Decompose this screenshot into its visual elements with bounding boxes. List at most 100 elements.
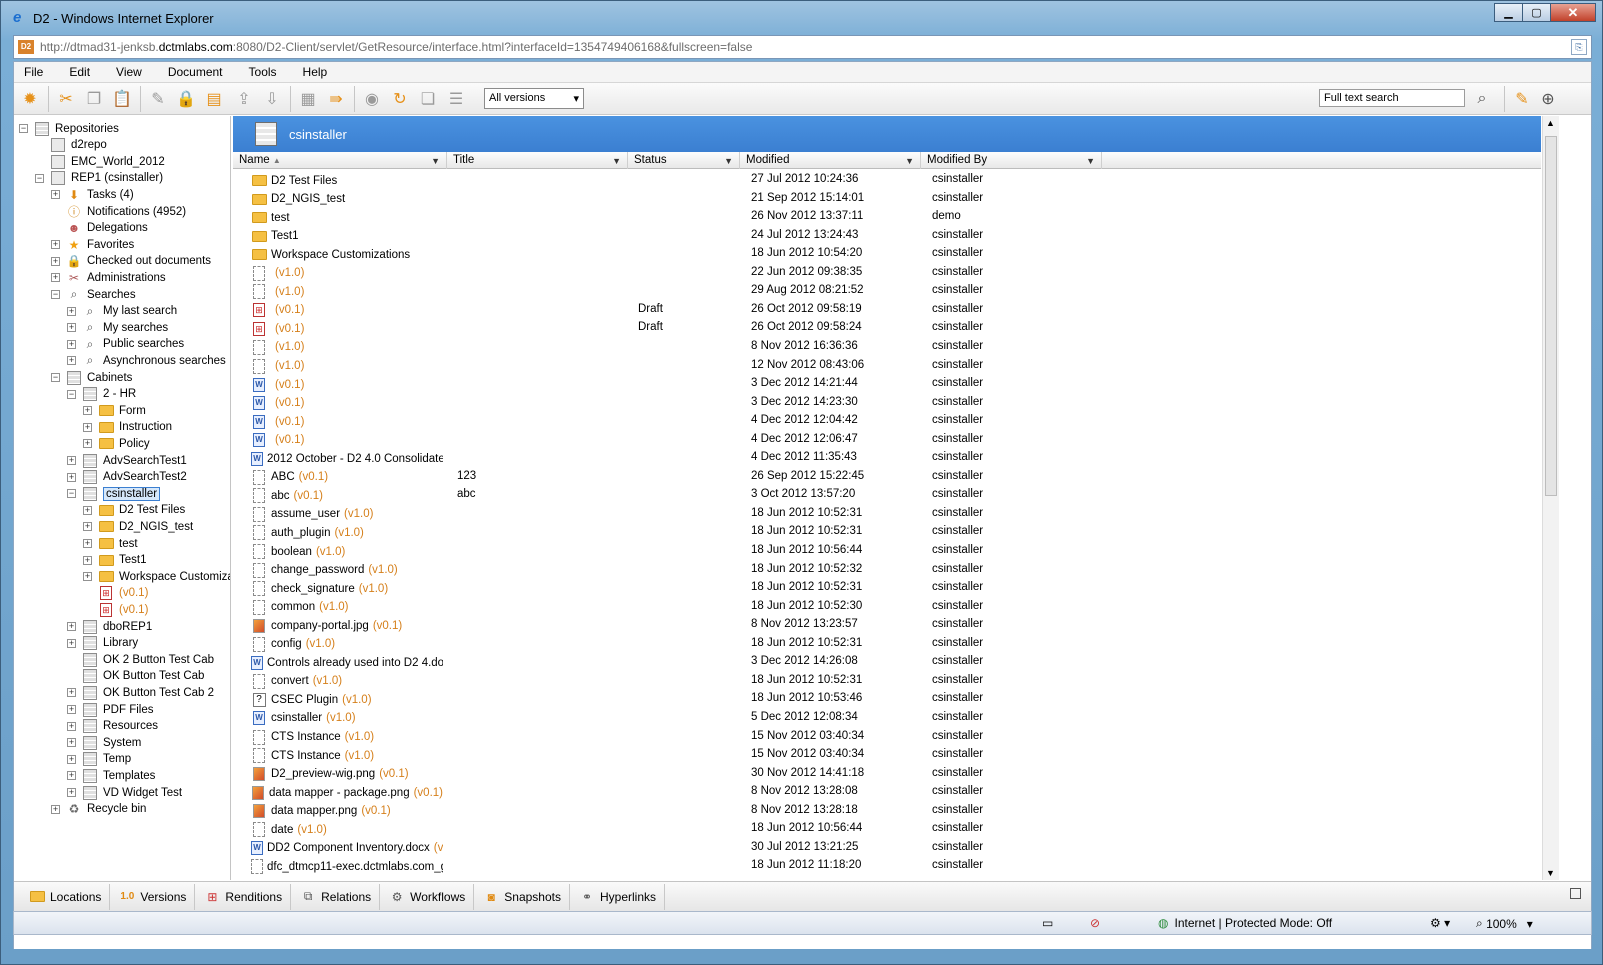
- list-view-icon[interactable]: ☰: [444, 87, 468, 111]
- column-header-status[interactable]: Status ▼: [628, 152, 740, 169]
- protected-mode-icon[interactable]: ⚙ ▾: [1430, 916, 1450, 930]
- table-row[interactable]: W (v0.1) 4 Dec 2012 12:04:42 csinstaller: [233, 412, 1541, 431]
- table-row[interactable]: Test1 24 Jul 2012 13:24:43 csinstaller: [233, 227, 1541, 246]
- chevron-down-icon[interactable]: ▼: [431, 156, 440, 167]
- menu-tools[interactable]: Tools: [249, 65, 277, 79]
- tab-locations[interactable]: Locations: [20, 883, 111, 910]
- expand-icon[interactable]: +: [83, 522, 92, 532]
- zoom-control[interactable]: ⌕ 100% ▾: [1476, 916, 1533, 931]
- table-row[interactable]: auth_plugin (v1.0) 18 Jun 2012 10:52:31 csi…: [233, 523, 1541, 542]
- expand-icon[interactable]: +: [67, 356, 76, 366]
- maximize-button[interactable]: ▢: [1522, 3, 1551, 22]
- tree-node[interactable]: + Temp: [67, 751, 131, 768]
- tab-snapshots[interactable]: ◙ Snapshots: [474, 883, 570, 910]
- tab-relations[interactable]: ⧉ Relations: [291, 883, 381, 910]
- search-icon[interactable]: ⌕: [1470, 87, 1494, 111]
- tree-node[interactable]: − REP1 (csinstaller): [35, 170, 163, 187]
- table-row[interactable]: W 2012 October - D2 4.0 Consolidated 4 Dec…: [233, 449, 1541, 468]
- table-row[interactable]: D2_preview-wig.png (v0.1) 30 Nov 2012 14:4…: [233, 765, 1541, 784]
- pencil-icon[interactable]: ✎: [1510, 87, 1534, 111]
- tab-renditions[interactable]: ⊞ Renditions: [195, 883, 292, 910]
- tree-node[interactable]: + 🔒 Checked out documents: [51, 253, 211, 270]
- collapse-icon[interactable]: −: [19, 124, 28, 133]
- tree-node[interactable]: − csinstaller: [67, 485, 161, 502]
- chevron-down-icon[interactable]: ▼: [1086, 156, 1095, 167]
- expand-icon[interactable]: +: [67, 339, 76, 349]
- tree-node[interactable]: − Repositories: [19, 120, 119, 137]
- table-row[interactable]: W DD2 Component Inventory.docx(v0 30 Jul 2…: [233, 839, 1541, 858]
- expand-icon[interactable]: +: [67, 306, 76, 316]
- properties-icon[interactable]: ▤: [202, 87, 226, 111]
- expand-icon[interactable]: +: [67, 472, 76, 482]
- table-row[interactable]: date (v1.0) 18 Jun 2012 10:56:44 csinstalle…: [233, 820, 1541, 839]
- import-icon[interactable]: ⇪: [232, 87, 256, 111]
- expand-icon[interactable]: +: [83, 422, 92, 432]
- advanced-search-icon[interactable]: ⊕: [1536, 87, 1560, 111]
- windows-icon[interactable]: ❏: [416, 87, 440, 111]
- expand-icon[interactable]: +: [67, 771, 76, 781]
- lock-icon[interactable]: 🔒: [174, 87, 198, 111]
- menu-help[interactable]: Help: [303, 65, 328, 79]
- table-row[interactable]: config (v1.0) 18 Jun 2012 10:52:31 csinstal…: [233, 635, 1541, 654]
- table-row[interactable]: ABC (v0.1) 123 26 Sep 2012 15:22:45 csinstal…: [233, 468, 1541, 487]
- tree-node[interactable]: EMC_World_2012: [50, 153, 165, 170]
- table-row[interactable]: convert (v1.0) 18 Jun 2012 10:52:31 csinsta…: [233, 672, 1541, 691]
- versions-select[interactable]: All versions ▾: [484, 88, 584, 109]
- tree-node[interactable]: + VD Widget Test: [67, 784, 182, 801]
- chevron-down-icon[interactable]: ▼: [612, 156, 621, 167]
- tree-node[interactable]: OK Button Test Cab: [82, 668, 204, 685]
- address-bar[interactable]: D2 http://dtmad31-jenksb.dctmlabs.com:80…: [13, 35, 1592, 59]
- table-row[interactable]: Workspace Customizations 18 Jun 2012 10:5…: [233, 245, 1541, 264]
- tree-node[interactable]: − ⌕ Searches: [51, 286, 136, 303]
- paste-icon[interactable]: 📋: [110, 87, 134, 111]
- tree-node[interactable]: + Workspace Customizations: [83, 568, 230, 585]
- table-row[interactable]: Wcsinstaller (v1.0) 5 Dec 2012 12:08:34 csi…: [233, 709, 1541, 728]
- collapse-icon[interactable]: −: [35, 173, 44, 183]
- tree-node[interactable]: − Cabinets: [51, 369, 132, 386]
- table-row[interactable]: CTS Instance (v1.0) 15 Nov 2012 03:40:34 cs…: [233, 746, 1541, 765]
- close-button[interactable]: ✕: [1550, 3, 1596, 22]
- preview-icon[interactable]: ◉: [360, 87, 384, 111]
- expand-icon[interactable]: +: [67, 456, 76, 465]
- new-document-icon[interactable]: ✹: [18, 87, 42, 111]
- tab-hyperlinks[interactable]: ⚭ Hyperlinks: [570, 883, 665, 910]
- column-header-modified[interactable]: Modified ▼: [740, 152, 921, 169]
- expand-icon[interactable]: +: [67, 754, 76, 764]
- table-row[interactable]: D2 Test Files 27 Jul 2012 10:24:36 csinsta…: [233, 171, 1541, 190]
- expand-icon[interactable]: +: [51, 256, 60, 266]
- tree-node[interactable]: − 2 - HR: [67, 386, 136, 403]
- expand-icon[interactable]: +: [51, 190, 60, 200]
- table-row[interactable]: dfc_dtmcp11-exec.dctmlabs.com_gX 18 Jun 2…: [233, 857, 1541, 876]
- scroll-down-icon[interactable]: ▼: [1546, 868, 1555, 878]
- cut-icon[interactable]: ✂: [54, 87, 78, 111]
- expand-icon[interactable]: +: [83, 505, 92, 515]
- refresh-icon[interactable]: ↻: [388, 87, 412, 111]
- tab-workflows[interactable]: ⚙ Workflows: [380, 883, 475, 910]
- tree-node[interactable]: + test: [83, 535, 138, 552]
- collapse-icon[interactable]: −: [67, 489, 76, 499]
- tree-node[interactable]: + Policy: [83, 435, 150, 452]
- tree-node[interactable]: + D2_NGIS_test: [83, 518, 193, 535]
- menu-edit[interactable]: Edit: [69, 65, 90, 79]
- expand-icon[interactable]: +: [51, 240, 60, 250]
- table-row[interactable]: (v1.0) 8 Nov 2012 16:36:36 csinstaller: [233, 338, 1541, 357]
- table-row[interactable]: (v1.0) 29 Aug 2012 08:21:52 csinstaller: [233, 282, 1541, 301]
- tree-node[interactable]: ⓘ Notifications (4952): [66, 203, 186, 220]
- tree-node[interactable]: + Resources: [67, 718, 158, 735]
- table-row[interactable]: CTS Instance (v1.0) 15 Nov 2012 03:40:34 cs…: [233, 728, 1541, 747]
- table-row[interactable]: (v1.0) 22 Jun 2012 09:38:35 csinstaller: [233, 264, 1541, 283]
- expand-icon[interactable]: +: [83, 406, 92, 416]
- tree-node[interactable]: + ⌕ Public searches: [67, 336, 184, 353]
- expand-icon[interactable]: +: [83, 572, 92, 582]
- column-header-name[interactable]: Name ▲ ▼: [233, 152, 447, 169]
- address-url[interactable]: http://dtmad31-jenksb.dctmlabs.com:8080/…: [40, 40, 752, 54]
- send-icon[interactable]: ⇛: [324, 87, 348, 111]
- tree-node[interactable]: + Library: [67, 635, 138, 652]
- expand-icon[interactable]: +: [83, 439, 92, 449]
- collapse-icon[interactable]: −: [51, 290, 60, 299]
- table-row[interactable]: change_password (v1.0) 18 Jun 2012 10:52:3…: [233, 561, 1541, 580]
- expand-icon[interactable]: +: [51, 804, 60, 814]
- full-text-search-input[interactable]: Full text search: [1319, 89, 1465, 107]
- expand-icon[interactable]: +: [67, 788, 76, 797]
- expand-icon[interactable]: +: [67, 622, 76, 631]
